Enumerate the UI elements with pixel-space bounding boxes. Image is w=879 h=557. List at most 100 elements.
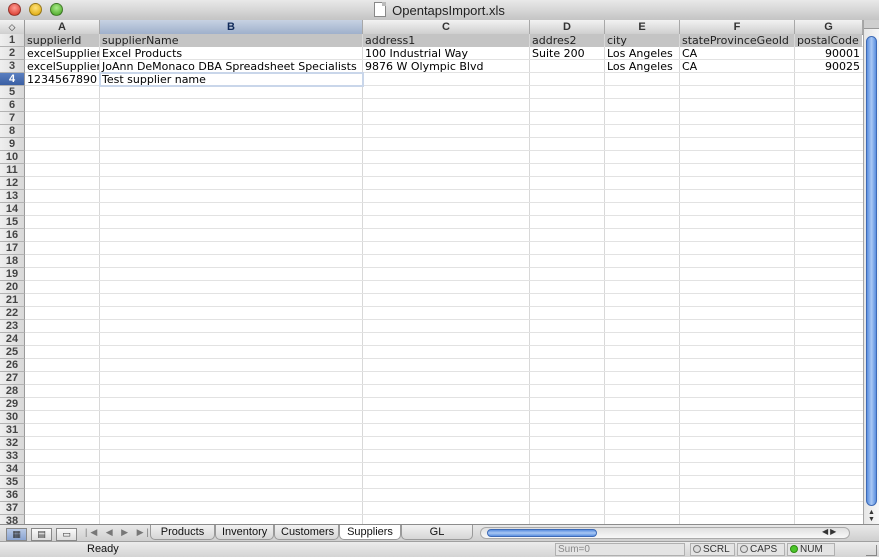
cell-c1[interactable]: address1: [363, 34, 529, 47]
cell-a2[interactable]: excelSupplier1: [25, 47, 99, 60]
row-header-2[interactable]: 2: [0, 47, 25, 60]
row-header-1[interactable]: 1: [0, 34, 25, 47]
row-header-4[interactable]: 4: [0, 73, 25, 86]
normal-view-icon[interactable]: ▦: [6, 528, 27, 541]
vertical-split-handle[interactable]: [864, 20, 879, 29]
cell-g3[interactable]: 90025: [795, 60, 862, 73]
row-gridline: [25, 449, 863, 450]
row-header-19[interactable]: 19: [0, 268, 25, 281]
row-header-25[interactable]: 25: [0, 346, 25, 359]
row-header-11[interactable]: 11: [0, 164, 25, 177]
row-header-3[interactable]: 3: [0, 60, 25, 73]
horizontal-scroll-thumb[interactable]: [487, 529, 597, 537]
cell-d1[interactable]: addres2: [530, 34, 604, 47]
indicator-num: NUM: [787, 543, 835, 556]
row-header-7[interactable]: 7: [0, 112, 25, 125]
row-gridline: [25, 267, 863, 268]
cell-b2[interactable]: Excel Products: [100, 47, 362, 60]
row-gridline: [25, 202, 863, 203]
column-header-f[interactable]: F: [680, 20, 795, 34]
cell-f3[interactable]: CA: [680, 60, 794, 73]
sheet-tab-inventory[interactable]: Inventory: [215, 525, 274, 540]
page-break-view-icon[interactable]: ▭: [56, 528, 77, 541]
row-header-31[interactable]: 31: [0, 424, 25, 437]
row-header-23[interactable]: 23: [0, 320, 25, 333]
row-header-13[interactable]: 13: [0, 190, 25, 203]
row-gridline: [25, 254, 863, 255]
cell-d2[interactable]: Suite 200: [530, 47, 604, 60]
cell-e2[interactable]: Los Angeles: [605, 47, 679, 60]
row-header-29[interactable]: 29: [0, 398, 25, 411]
row-gridline: [25, 475, 863, 476]
indicator-label: SCRL: [703, 544, 730, 555]
horizontal-scroll-arrows-icon[interactable]: ◀▶: [822, 527, 838, 536]
scroll-down-arrow-icon[interactable]: ▼: [864, 515, 879, 524]
select-all-corner[interactable]: ◇: [0, 20, 25, 34]
status-mode: Ready: [87, 543, 119, 555]
cell-a3[interactable]: excelSupplier2: [25, 60, 99, 73]
indicator-label: CAPS: [750, 544, 778, 555]
cell-g2[interactable]: 90001: [795, 47, 862, 60]
cell-c2[interactable]: 100 Industrial Way: [363, 47, 529, 60]
row-gridline: [25, 345, 863, 346]
cell-g1[interactable]: postalCode: [795, 34, 862, 47]
row-header-36[interactable]: 36: [0, 489, 25, 502]
cell-a4[interactable]: 1234567890: [25, 73, 99, 86]
cell-f1[interactable]: stateProvinceGeoId: [680, 34, 794, 47]
vertical-scrollbar[interactable]: ▲ ▼: [863, 20, 879, 524]
row-header-8[interactable]: 8: [0, 125, 25, 138]
row-header-20[interactable]: 20: [0, 281, 25, 294]
cell-f2[interactable]: CA: [680, 47, 794, 60]
row-header-32[interactable]: 32: [0, 437, 25, 450]
row-gridline: [25, 150, 863, 151]
row-header-15[interactable]: 15: [0, 216, 25, 229]
row-header-22[interactable]: 22: [0, 307, 25, 320]
horizontal-scrollbar[interactable]: [480, 527, 850, 539]
row-header-35[interactable]: 35: [0, 476, 25, 489]
row-header-37[interactable]: 37: [0, 502, 25, 515]
row-header-17[interactable]: 17: [0, 242, 25, 255]
cell-e1[interactable]: city: [605, 34, 679, 47]
row-header-33[interactable]: 33: [0, 450, 25, 463]
column-header-e[interactable]: E: [605, 20, 680, 34]
column-header-b[interactable]: B: [100, 20, 363, 34]
window-title: OpentapsImport.xls: [392, 3, 505, 18]
cell-a1[interactable]: supplierId: [25, 34, 99, 47]
sheet-tab-gl-accounts[interactable]: GL Accounts: [401, 525, 473, 552]
sheet-tab-customers[interactable]: Customers: [274, 525, 339, 540]
sheet-tab-products[interactable]: Products: [150, 525, 215, 540]
vertical-scroll-thumb[interactable]: [866, 36, 877, 506]
column-header-a[interactable]: A: [25, 20, 100, 34]
status-bar: Ready Sum=0 SCRL CAPS NUM: [0, 541, 879, 557]
row-header-9[interactable]: 9: [0, 138, 25, 151]
row-header-10[interactable]: 10: [0, 151, 25, 164]
row-header-6[interactable]: 6: [0, 99, 25, 112]
row-header-34[interactable]: 34: [0, 463, 25, 476]
row-header-38[interactable]: 38: [0, 515, 25, 524]
row-gridline: [25, 371, 863, 372]
indicator-light-icon: [693, 545, 701, 553]
page-layout-view-icon[interactable]: ▤: [31, 528, 52, 541]
column-header-g[interactable]: G: [795, 20, 863, 34]
spreadsheet-grid[interactable]: ◇ ABCDEFG 1 2 3 4 5 6 7 8 9 10 11 12 13 14 15 16 17 18 19 2…: [0, 20, 863, 524]
cell-e3[interactable]: Los Angeles: [605, 60, 679, 73]
row-header-16[interactable]: 16: [0, 229, 25, 242]
column-header-d[interactable]: D: [530, 20, 605, 34]
row-header-30[interactable]: 30: [0, 411, 25, 424]
sheet-nav-arrows[interactable]: |◀ ◀ ▶ ▶|: [85, 527, 152, 538]
cell-b1[interactable]: supplierName: [100, 34, 362, 47]
sheet-tab-suppliers[interactable]: Suppliers: [339, 525, 401, 540]
resize-grip-icon[interactable]: [866, 545, 877, 556]
row-header-12[interactable]: 12: [0, 177, 25, 190]
row-gridline: [25, 410, 863, 411]
row-header-27[interactable]: 27: [0, 372, 25, 385]
row-header-14[interactable]: 14: [0, 203, 25, 216]
row-header-24[interactable]: 24: [0, 333, 25, 346]
row-header-5[interactable]: 5: [0, 86, 25, 99]
row-header-28[interactable]: 28: [0, 385, 25, 398]
cell-c3[interactable]: 9876 W Olympic Blvd: [363, 60, 529, 73]
row-header-21[interactable]: 21: [0, 294, 25, 307]
column-header-c[interactable]: C: [363, 20, 530, 34]
row-header-26[interactable]: 26: [0, 359, 25, 372]
row-header-18[interactable]: 18: [0, 255, 25, 268]
